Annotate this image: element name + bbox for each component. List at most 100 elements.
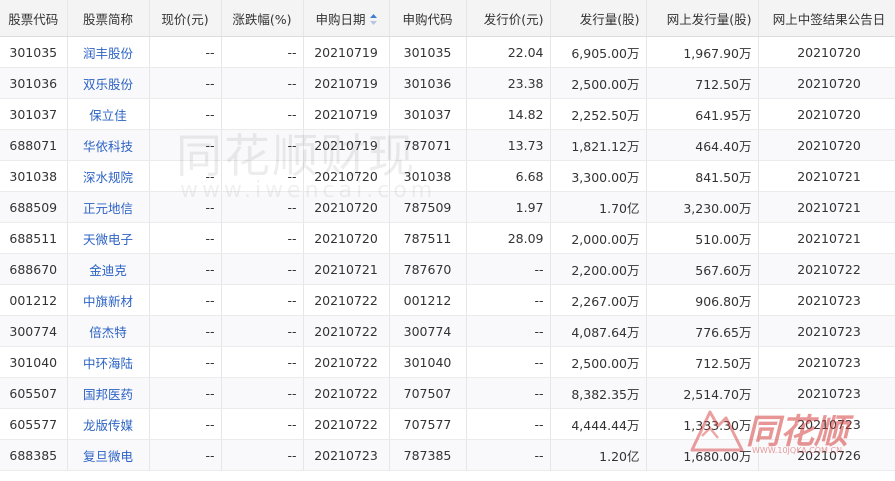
table-row[interactable]: 605577 龙版传媒 -- -- 20210722 707577 -- 4,444.44万 1… — [0, 408, 895, 440]
cell-stock-code: 301040 — [0, 346, 68, 378]
cell-stock-name[interactable]: 国邦医药 — [67, 377, 150, 409]
cell-online-volume: 712.50万 — [646, 67, 759, 99]
cell-change: -- — [221, 222, 304, 254]
cell-stock-name[interactable]: 金迪克 — [67, 253, 150, 285]
table-row[interactable]: 688385 复旦微电 -- -- 20210723 787385 -- 1.20亿 1,680… — [0, 439, 895, 471]
cell-price: -- — [149, 98, 222, 130]
cell-subscription-code: 001212 — [389, 284, 467, 316]
cell-issue-volume: 1,821.12万 — [550, 129, 647, 161]
col-header-result-date[interactable]: 网上中签结果公告日 — [758, 0, 895, 37]
cell-online-volume: 3,230.00万 — [646, 191, 759, 223]
cell-result-date: 20210726 — [758, 439, 895, 471]
col-header-online-volume[interactable]: 网上发行量(股) — [646, 0, 759, 37]
cell-online-volume: 1,967.90万 — [646, 36, 759, 68]
cell-online-volume: 841.50万 — [646, 160, 759, 192]
cell-result-date: 20210722 — [758, 253, 895, 285]
sort-icon[interactable] — [369, 13, 377, 25]
cell-stock-code: 605577 — [0, 408, 68, 440]
col-header-issue-volume[interactable]: 发行量(股) — [550, 0, 647, 37]
table-row[interactable]: 300774 倍杰特 -- -- 20210722 300774 -- 4,087.64万 77… — [0, 315, 895, 347]
cell-change: -- — [221, 253, 304, 285]
cell-subscription-code: 301040 — [389, 346, 467, 378]
cell-issue-volume: 6,905.00万 — [550, 36, 647, 68]
col-header-subscription-date[interactable]: 申购日期 — [303, 0, 390, 37]
cell-issue-price: -- — [466, 377, 551, 409]
cell-stock-code: 301035 — [0, 36, 68, 68]
cell-change: -- — [221, 98, 304, 130]
cell-issue-price: -- — [466, 346, 551, 378]
cell-subscription-date: 20210722 — [303, 315, 390, 347]
cell-stock-name[interactable]: 深水规院 — [67, 160, 150, 192]
cell-issue-price: -- — [466, 439, 551, 471]
cell-issue-volume: 3,300.00万 — [550, 160, 647, 192]
col-header-subscription-code[interactable]: 申购代码 — [389, 0, 467, 37]
cell-stock-code: 688511 — [0, 222, 68, 254]
cell-online-volume: 2,514.70万 — [646, 377, 759, 409]
cell-stock-code: 301036 — [0, 67, 68, 99]
table-row[interactable]: 301037 保立佳 -- -- 20210719 301037 14.82 2,252.50… — [0, 98, 895, 130]
cell-result-date: 20210723 — [758, 315, 895, 347]
cell-change: -- — [221, 346, 304, 378]
cell-issue-volume: 2,500.00万 — [550, 346, 647, 378]
table-row[interactable]: 688509 正元地信 -- -- 20210720 787509 1.97 1.70亿 3,2… — [0, 191, 895, 223]
cell-issue-price: -- — [466, 284, 551, 316]
cell-stock-name[interactable]: 复旦微电 — [67, 439, 150, 471]
cell-subscription-date: 20210719 — [303, 67, 390, 99]
table-row[interactable]: 688670 金迪克 -- -- 20210721 787670 -- 2,200.00万 56… — [0, 253, 895, 285]
cell-change: -- — [221, 377, 304, 409]
cell-stock-code: 300774 — [0, 315, 68, 347]
cell-issue-price: 13.73 — [466, 129, 551, 161]
cell-stock-name[interactable]: 天微电子 — [67, 222, 150, 254]
cell-stock-name[interactable]: 双乐股份 — [67, 67, 150, 99]
cell-stock-name[interactable]: 中旗新材 — [67, 284, 150, 316]
cell-price: -- — [149, 191, 222, 223]
table-header-row: 股票代码 股票简称 现价(元) 涨跌幅(%) 申购日期 申购代码 发行价(元) … — [0, 0, 895, 37]
cell-subscription-date: 20210722 — [303, 284, 390, 316]
table-row[interactable]: 301040 中环海陆 -- -- 20210722 301040 -- 2,500.00万 7… — [0, 346, 895, 378]
cell-stock-code: 688670 — [0, 253, 68, 285]
cell-issue-price: -- — [466, 315, 551, 347]
cell-issue-price: 14.82 — [466, 98, 551, 130]
col-header-price[interactable]: 现价(元) — [149, 0, 222, 37]
cell-stock-name[interactable]: 润丰股份 — [67, 36, 150, 68]
cell-issue-price: 22.04 — [466, 36, 551, 68]
cell-issue-price: 23.38 — [466, 67, 551, 99]
table-row[interactable]: 001212 中旗新材 -- -- 20210722 001212 -- 2,267.00万 9… — [0, 284, 895, 316]
cell-subscription-date: 20210720 — [303, 222, 390, 254]
cell-stock-code: 688385 — [0, 439, 68, 471]
cell-price: -- — [149, 377, 222, 409]
cell-subscription-code: 787670 — [389, 253, 467, 285]
cell-issue-volume: 4,444.44万 — [550, 408, 647, 440]
table-row[interactable]: 301035 润丰股份 -- -- 20210719 301035 22.04 6,905.0… — [0, 36, 895, 68]
cell-subscription-code: 707577 — [389, 408, 467, 440]
cell-change: -- — [221, 315, 304, 347]
cell-subscription-date: 20210719 — [303, 36, 390, 68]
cell-online-volume: 712.50万 — [646, 346, 759, 378]
table-row[interactable]: 605507 国邦医药 -- -- 20210722 707507 -- 8,382.35万 2… — [0, 377, 895, 409]
cell-issue-volume: 2,252.50万 — [550, 98, 647, 130]
cell-subscription-code: 301035 — [389, 36, 467, 68]
cell-stock-name[interactable]: 正元地信 — [67, 191, 150, 223]
col-header-issue-price[interactable]: 发行价(元) — [466, 0, 551, 37]
cell-stock-name[interactable]: 中环海陆 — [67, 346, 150, 378]
table-row[interactable]: 688511 天微电子 -- -- 20210720 787511 28.09 2,000.0… — [0, 222, 895, 254]
col-header-change[interactable]: 涨跌幅(%) — [221, 0, 304, 37]
cell-stock-name[interactable]: 倍杰特 — [67, 315, 150, 347]
cell-stock-name[interactable]: 华依科技 — [67, 129, 150, 161]
cell-price: -- — [149, 253, 222, 285]
cell-subscription-date: 20210723 — [303, 439, 390, 471]
col-header-stock-code[interactable]: 股票代码 — [0, 0, 68, 37]
table-row[interactable]: 688071 华依科技 -- -- 20210719 787071 13.73 1,821.1… — [0, 129, 895, 161]
table-row[interactable]: 301038 深水规院 -- -- 20210720 301038 6.68 3,300.00… — [0, 160, 895, 192]
cell-issue-volume: 2,267.00万 — [550, 284, 647, 316]
cell-stock-name[interactable]: 保立佳 — [67, 98, 150, 130]
cell-issue-price: -- — [466, 408, 551, 440]
col-header-stock-name[interactable]: 股票简称 — [67, 0, 150, 37]
table-row[interactable]: 301036 双乐股份 -- -- 20210719 301036 23.38 2,500.0… — [0, 67, 895, 99]
cell-stock-name[interactable]: 龙版传媒 — [67, 408, 150, 440]
cell-subscription-date: 20210722 — [303, 377, 390, 409]
cell-result-date: 20210721 — [758, 191, 895, 223]
col-header-subscription-date-label: 申购日期 — [315, 11, 366, 27]
cell-change: -- — [221, 36, 304, 68]
cell-subscription-code: 707507 — [389, 377, 467, 409]
